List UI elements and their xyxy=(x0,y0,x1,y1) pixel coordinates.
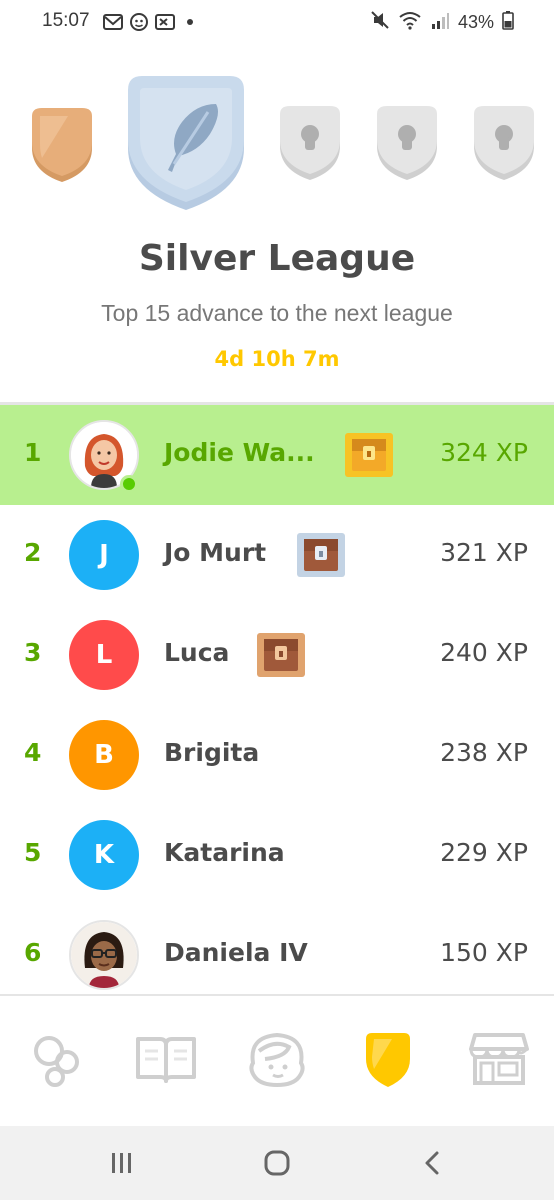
locked-league-badge-2 xyxy=(373,106,441,186)
status-bar: 15:07 43% xyxy=(0,0,554,46)
locked-league-badge-3 xyxy=(470,106,538,186)
avatar[interactable]: K xyxy=(69,820,139,890)
xp-value: 150 XP xyxy=(440,938,528,967)
xp-value: 324 XP xyxy=(440,438,528,467)
cs-icon xyxy=(155,13,177,35)
silver-league-badge xyxy=(124,76,248,216)
rank: 4 xyxy=(24,738,42,767)
gmail-icon xyxy=(103,13,123,35)
rank: 6 xyxy=(24,938,42,967)
user-name: Luca xyxy=(164,638,230,667)
stories-icon[interactable] xyxy=(133,1026,199,1092)
xp-value: 321 XP xyxy=(440,538,528,567)
battery-icon xyxy=(502,10,514,35)
online-indicator xyxy=(120,475,138,493)
snapchat-icon xyxy=(129,12,149,36)
user-name: Jodie Wa... xyxy=(164,438,315,467)
xp-value: 229 XP xyxy=(440,838,528,867)
leaderboard: 1 Jodie Wa... 324 XP 2 J Jo Murt 321 XP … xyxy=(0,405,554,1005)
avatar[interactable]: J xyxy=(69,520,139,590)
status-right-icons: 43% xyxy=(370,10,514,35)
league-timer: 4d 10h 7m xyxy=(214,347,340,371)
league-title: Silver League xyxy=(138,238,416,279)
user-name: Daniela IV xyxy=(164,938,308,967)
leaderboard-row[interactable]: 6 Daniela IV 150 XP xyxy=(0,905,554,1005)
league-subtitle: Top 15 advance to the next league xyxy=(101,300,453,326)
bronze-chest-icon xyxy=(256,631,306,679)
rank: 1 xyxy=(24,438,42,467)
shop-icon[interactable] xyxy=(466,1026,532,1092)
learn-icon[interactable] xyxy=(22,1026,88,1092)
dot-icon xyxy=(183,13,197,35)
avatar[interactable] xyxy=(69,920,139,990)
home-icon[interactable] xyxy=(257,1146,297,1180)
user-name: Brigita xyxy=(164,738,260,767)
signal-icon xyxy=(430,10,450,35)
status-left-icons xyxy=(103,12,197,36)
mute-icon xyxy=(370,10,390,35)
recents-icon[interactable] xyxy=(102,1146,142,1180)
locked-league-badge-1 xyxy=(276,106,344,186)
back-icon[interactable] xyxy=(412,1146,452,1180)
rank: 5 xyxy=(24,838,42,867)
silver-chest-icon xyxy=(296,531,346,579)
rank: 2 xyxy=(24,538,42,567)
xp-value: 238 XP xyxy=(440,738,528,767)
leaderboard-row[interactable]: 4 B Brigita 238 XP xyxy=(0,705,554,805)
rank: 3 xyxy=(24,638,42,667)
xp-value: 240 XP xyxy=(440,638,528,667)
system-nav-bar xyxy=(0,1126,554,1200)
bottom-nav xyxy=(0,996,554,1124)
wifi-icon xyxy=(398,10,422,35)
league-badges xyxy=(0,76,554,216)
status-time: 15:07 xyxy=(42,10,90,31)
leaderboard-row[interactable]: 1 Jodie Wa... 324 XP xyxy=(0,405,554,505)
battery-text: 43% xyxy=(457,12,494,32)
avatar[interactable]: L xyxy=(69,620,139,690)
leaderboard-icon[interactable] xyxy=(355,1026,421,1092)
user-name: Katarina xyxy=(164,838,285,867)
leaderboard-row[interactable]: 3 L Luca 240 XP xyxy=(0,605,554,705)
bronze-league-badge xyxy=(28,108,96,188)
profile-icon[interactable] xyxy=(244,1026,310,1092)
gold-chest-icon xyxy=(344,431,394,479)
leaderboard-row[interactable]: 5 K Katarina 229 XP xyxy=(0,805,554,905)
leaderboard-row[interactable]: 2 J Jo Murt 321 XP xyxy=(0,505,554,605)
avatar[interactable]: B xyxy=(69,720,139,790)
user-name: Jo Murt xyxy=(164,538,267,567)
